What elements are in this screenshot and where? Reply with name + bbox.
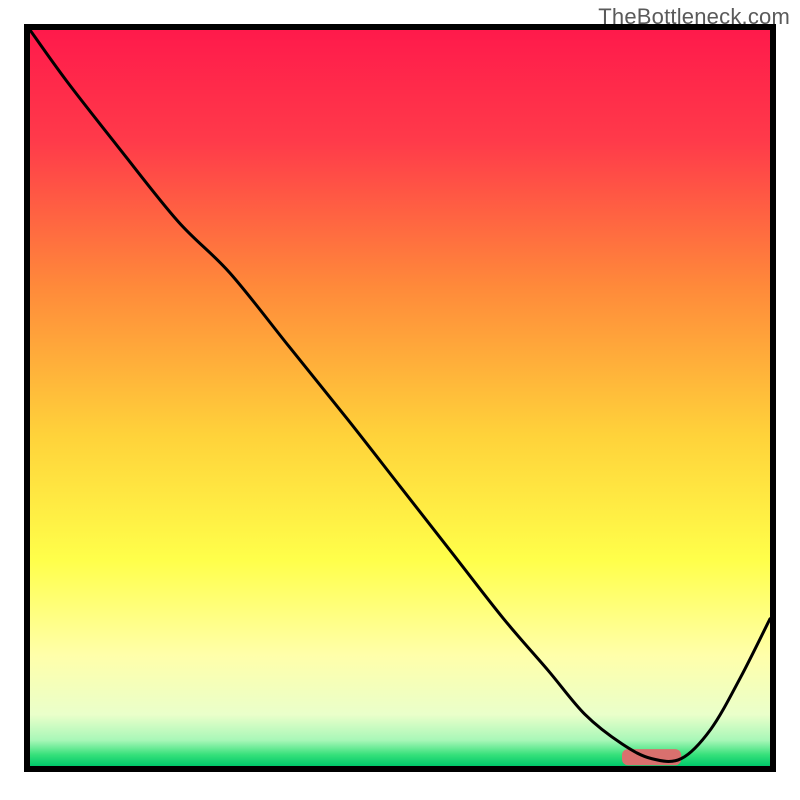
chart-stage: TheBottleneck.com <box>0 0 800 800</box>
plot-area <box>30 30 770 766</box>
watermark-text: TheBottleneck.com <box>598 4 790 30</box>
bottleneck-chart <box>0 0 800 800</box>
